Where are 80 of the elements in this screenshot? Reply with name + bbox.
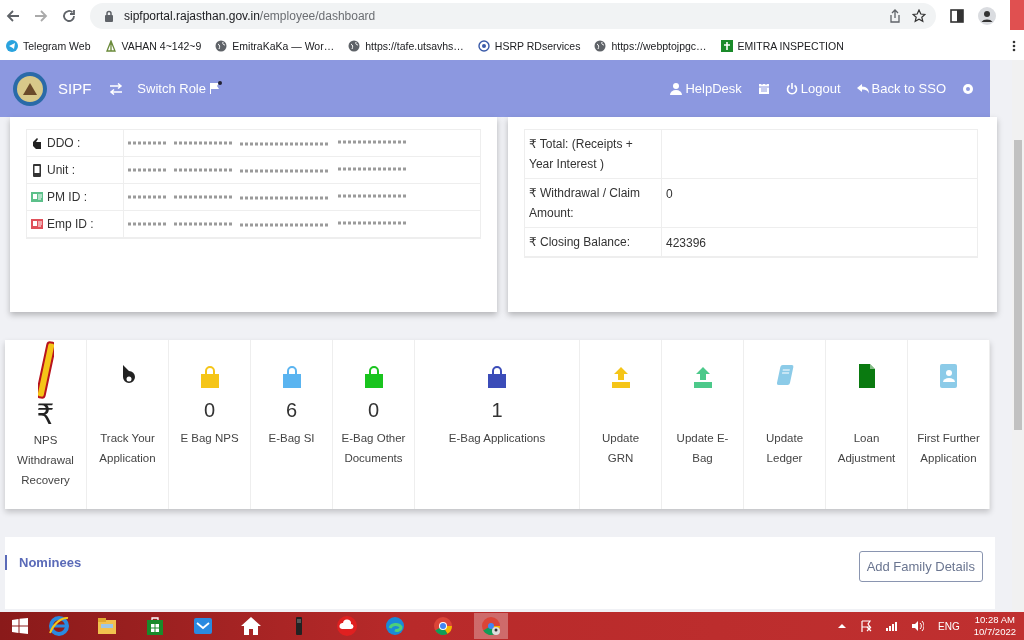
tile-label: E-Bag Applications — [448, 431, 546, 446]
count-number: 6 — [285, 398, 298, 423]
back-icon[interactable] — [6, 9, 20, 23]
field-label: ₹ Withdrawal / Claim Amount: — [529, 185, 641, 222]
lock-icon — [104, 10, 114, 22]
dashboard-tile[interactable]: Update Ledger — [744, 340, 826, 509]
count-number: 0 — [203, 398, 216, 423]
field-value: 0 — [666, 187, 673, 201]
bookmark[interactable]: EmitraKaKa — Wor… — [215, 40, 335, 52]
tile-label: First Further Application — [916, 431, 981, 466]
section-title: Nominees — [5, 555, 82, 570]
tile-label: Loan Adjustment — [836, 431, 897, 466]
dashboard-tile[interactable]: Update E-Bag — [662, 340, 744, 509]
scrollbar[interactable] — [1012, 60, 1024, 612]
power-icon — [785, 82, 798, 95]
settings-icon[interactable] — [962, 82, 974, 95]
profile-icon[interactable] — [978, 7, 996, 25]
globe-icon — [348, 40, 361, 52]
pencil-icon — [37, 340, 54, 400]
flag-icon[interactable] — [860, 620, 873, 632]
paper-plane-icon — [6, 40, 18, 52]
field-label: DDO : — [47, 136, 81, 150]
bookmark[interactable]: Telegram Web — [6, 40, 91, 52]
user-icon — [670, 82, 683, 95]
language-indicator[interactable]: ENG — [938, 620, 960, 632]
count-number: 0 — [367, 398, 380, 423]
dashboard-tile[interactable]: Track Your Application — [87, 340, 169, 509]
bookmark[interactable]: VAHAN 4~142~9 — [104, 40, 202, 52]
field-label: Emp ID : — [47, 217, 94, 231]
globe-icon — [215, 40, 228, 52]
field-label: PM ID : — [47, 190, 87, 204]
brand-name: SIPF — [58, 80, 92, 97]
tile-label: E-Bag SI — [267, 431, 316, 446]
field-label: ₹ Closing Balance: — [529, 234, 631, 251]
swap-icon[interactable] — [109, 82, 124, 95]
more-icon[interactable] — [1012, 40, 1016, 52]
clock-date[interactable]: 10/7/2022 — [973, 626, 1016, 638]
calendar-icon[interactable] — [757, 82, 770, 95]
tile-label: Track Your Application — [98, 431, 157, 466]
signal-icon[interactable] — [886, 621, 899, 631]
field-value: 423396 — [666, 236, 707, 250]
add-family-button[interactable]: Add Family Details — [858, 551, 983, 582]
bookmark[interactable]: HSRP RDservices — [477, 40, 581, 52]
field-label: ₹ Total: (Receipts + Year Interest ) — [529, 136, 634, 173]
dashboard-tile[interactable]: 6 E-Bag SI — [251, 340, 333, 509]
dashboard-tile[interactable]: Update GRN — [580, 340, 662, 509]
cross-icon — [720, 40, 733, 52]
dashboard-tile[interactable]: First Further Application — [908, 340, 990, 509]
volume-icon[interactable] — [912, 621, 925, 631]
flag-icon — [208, 81, 222, 95]
reply-arrow-icon — [856, 82, 869, 95]
tile-label: NPS Withdrawal Recovery — [16, 433, 75, 488]
dashboard-tile[interactable]: ₹ NPS Withdrawal Recovery — [5, 340, 87, 509]
star-icon[interactable] — [912, 9, 926, 23]
clock-time[interactable]: 10:28 AM — [974, 614, 1015, 626]
circle-logo-icon[interactable] — [474, 613, 508, 639]
reload-icon[interactable] — [62, 9, 76, 23]
address-field[interactable]: sipfportal.rajasthan.gov.in/employee/dashboard — [90, 3, 936, 29]
tile-label: E-Bag Other Documents — [341, 431, 406, 466]
emblem-logo — [12, 70, 48, 107]
tile-label: Update GRN — [600, 431, 641, 466]
dashboard-tile[interactable]: Loan Adjustment — [826, 340, 908, 509]
bookmark[interactable]: EMITRA INSPECTION — [720, 40, 844, 52]
side-panel-icon[interactable] — [950, 9, 964, 23]
rupee-symbol: ₹ — [36, 400, 55, 430]
globe-icon — [594, 40, 607, 52]
bookmark[interactable]: https://webptojpgc… — [594, 40, 707, 52]
tile-label: Update Ledger — [764, 431, 805, 466]
dashboard-tile[interactable]: 0 E-Bag Other Documents — [333, 340, 415, 509]
start-icon[interactable] — [12, 618, 28, 634]
dashboard-tile[interactable]: 0 E Bag NPS — [169, 340, 251, 509]
url-text: sipfportal.rajasthan.gov.in/employee/dashboard — [124, 9, 376, 23]
field-label: Unit : — [47, 163, 75, 177]
tile-label: E Bag NPS — [179, 431, 240, 446]
share-icon[interactable] — [888, 9, 902, 23]
caret-icon[interactable] — [838, 623, 847, 629]
bookmark[interactable]: https://tafe.utsavhs… — [348, 40, 464, 52]
tile-label: Update E-Bag — [675, 431, 730, 466]
count-number: 1 — [491, 398, 503, 423]
dashboard-tile[interactable]: 1 E-Bag Applications — [415, 340, 580, 509]
